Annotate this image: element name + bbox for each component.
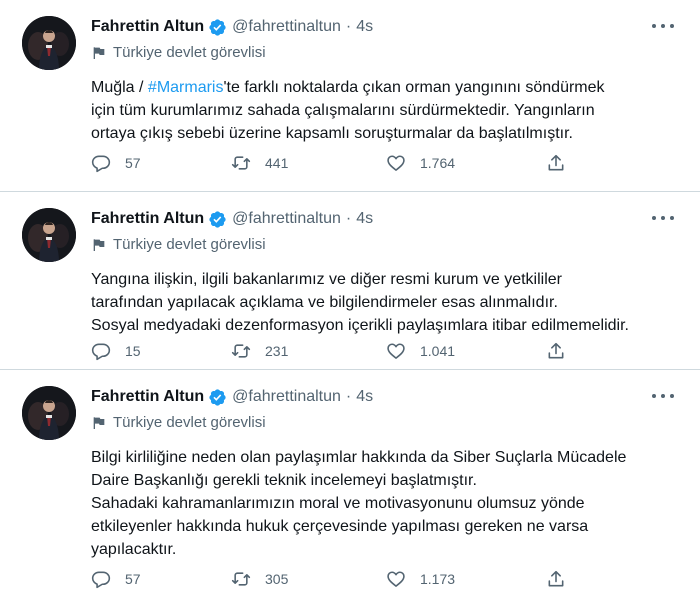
share-icon (546, 569, 566, 589)
reply-count: 57 (125, 155, 141, 171)
share-button[interactable] (546, 568, 566, 590)
retweet-button[interactable]: 441 (231, 152, 288, 174)
like-icon (386, 569, 406, 589)
verified-badge-icon (208, 18, 227, 37)
like-count: 1.173 (420, 571, 456, 587)
share-button[interactable] (546, 340, 566, 362)
author-name[interactable]: Fahrettin Altun (91, 210, 204, 228)
text-segment: Muğla / (91, 79, 148, 96)
share-icon (546, 341, 566, 361)
tweet-text-line: Muğla / #Marmaris'te farklı noktalarda ç… (91, 76, 681, 99)
tweet-text-line: yapılacaktır. (91, 541, 177, 558)
reply-count: 15 (125, 343, 141, 359)
retweet-button[interactable]: 305 (231, 568, 288, 590)
tweet-text-line: Bilgi kirliliğine neden olan paylaşımlar… (91, 449, 627, 466)
flag-icon (91, 237, 107, 253)
verified-badge-icon (208, 210, 227, 229)
like-icon (386, 153, 406, 173)
tweet-text-line: tarafından yapılacak açıklama ve bilgile… (91, 294, 558, 311)
retweet-count: 305 (265, 571, 289, 587)
tweet-timestamp[interactable]: 4s (356, 210, 373, 228)
separator-dot: · (345, 388, 352, 405)
retweet-count: 441 (265, 155, 289, 171)
reply-button[interactable]: 57 (91, 568, 141, 590)
tweet[interactable]: Fahrettin Altun @fahrettinaltun · 4s Tür… (0, 0, 700, 192)
share-icon (546, 153, 566, 173)
tweet-timestamp[interactable]: 4s (356, 388, 373, 406)
author-handle[interactable]: @fahrettinaltun (232, 18, 341, 36)
tweet-text: Muğla / #Marmaris'te farklı noktalarda ç… (91, 76, 681, 145)
account-label-text: Türkiye devlet görevlisi (113, 414, 266, 431)
author-name[interactable]: Fahrettin Altun (91, 388, 204, 406)
tweet-header: Fahrettin Altun @fahrettinaltun · 4s (91, 386, 373, 408)
action-bar: 57 441 1.764 (91, 152, 671, 174)
more-icon[interactable] (652, 18, 674, 34)
account-label-text: Türkiye devlet görevlisi (113, 236, 266, 253)
tweet-text: Yangına ilişkin, ilgili bakanlarımız ve … (91, 268, 681, 337)
tweet-text: Bilgi kirliliğine neden olan paylaşımlar… (91, 446, 681, 561)
hashtag-link[interactable]: #Marmaris (148, 79, 224, 96)
like-count: 1.764 (420, 155, 456, 171)
tweet-text-line: etkileyenler hakkında hukuk çerçevesinde… (91, 518, 589, 535)
more-icon[interactable] (652, 388, 674, 404)
avatar[interactable] (22, 16, 76, 70)
tweet[interactable]: Fahrettin Altun @fahrettinaltun · 4s Tür… (0, 192, 700, 370)
like-count: 1.041 (420, 343, 456, 359)
retweet-icon (231, 153, 251, 173)
account-label[interactable]: Türkiye devlet görevlisi (91, 414, 266, 431)
avatar[interactable] (22, 386, 76, 440)
more-icon[interactable] (652, 210, 674, 226)
tweet-header: Fahrettin Altun @fahrettinaltun · 4s (91, 16, 373, 38)
retweet-icon (231, 569, 251, 589)
flag-icon (91, 45, 107, 61)
tweet-header: Fahrettin Altun @fahrettinaltun · 4s (91, 208, 373, 230)
reply-button[interactable]: 15 (91, 340, 141, 362)
tweet[interactable]: Fahrettin Altun @fahrettinaltun · 4s Tür… (0, 370, 700, 606)
separator-dot: · (345, 18, 352, 35)
like-button[interactable]: 1.041 (386, 340, 455, 362)
flag-icon (91, 415, 107, 431)
reply-icon (91, 341, 111, 361)
account-label-text: Türkiye devlet görevlisi (113, 44, 266, 61)
author-name[interactable]: Fahrettin Altun (91, 18, 204, 36)
tweet-text-line: için tüm kurumlarımız sahada çalışmaları… (91, 102, 595, 119)
retweet-count: 231 (265, 343, 289, 359)
reply-icon (91, 153, 111, 173)
action-bar: 15 231 1.041 (91, 340, 671, 362)
like-button[interactable]: 1.764 (386, 152, 455, 174)
separator-dot: · (345, 210, 352, 227)
reply-count: 57 (125, 571, 141, 587)
tweet-feed: Fahrettin Altun @fahrettinaltun · 4s Tür… (0, 0, 700, 606)
author-handle[interactable]: @fahrettinaltun (232, 388, 341, 406)
author-handle[interactable]: @fahrettinaltun (232, 210, 341, 228)
like-icon (386, 341, 406, 361)
reply-icon (91, 569, 111, 589)
tweet-timestamp[interactable]: 4s (356, 18, 373, 36)
avatar[interactable] (22, 208, 76, 262)
tweet-text-line: Daire Başkanlığı gerekli teknik inceleme… (91, 472, 477, 489)
account-label[interactable]: Türkiye devlet görevlisi (91, 44, 266, 61)
like-button[interactable]: 1.173 (386, 568, 455, 590)
tweet-text-line: Sahadaki kahramanlarımızın moral ve moti… (91, 495, 585, 512)
tweet-text-line: ortaya çıkış sebebi üzerine kapsamlı sor… (91, 125, 573, 142)
account-label[interactable]: Türkiye devlet görevlisi (91, 236, 266, 253)
verified-badge-icon (208, 388, 227, 407)
tweet-text-line: Yangına ilişkin, ilgili bakanlarımız ve … (91, 271, 562, 288)
text-segment: 'te farklı noktalarda çıkan orman yangın… (223, 79, 605, 96)
retweet-icon (231, 341, 251, 361)
share-button[interactable] (546, 152, 566, 174)
reply-button[interactable]: 57 (91, 152, 141, 174)
retweet-button[interactable]: 231 (231, 340, 288, 362)
action-bar: 57 305 1.173 (91, 568, 671, 590)
tweet-text-line: Sosyal medyadaki dezenformasyon içerikli… (91, 317, 629, 334)
